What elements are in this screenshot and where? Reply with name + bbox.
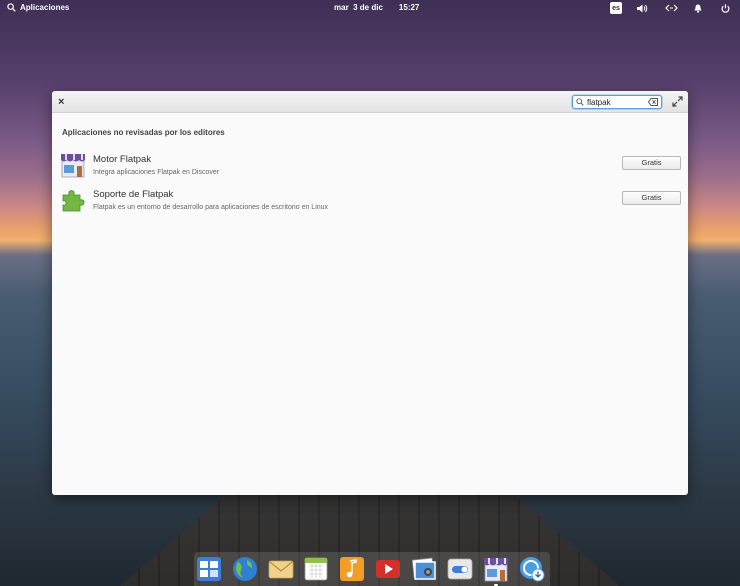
search-input[interactable]	[587, 97, 645, 107]
multitasking-view-icon[interactable]	[196, 556, 222, 582]
top-panel: Aplicaciones mar 3 de dic 15:27 es	[0, 0, 740, 17]
search-field[interactable]	[572, 95, 662, 109]
mail-icon[interactable]	[268, 556, 294, 582]
appcenter-store-icon	[61, 154, 85, 178]
applications-label: Aplicaciones	[20, 3, 70, 12]
applications-menu-button[interactable]: Aplicaciones	[7, 3, 69, 12]
keyboard-layout-indicator[interactable]: es	[610, 2, 622, 14]
close-icon[interactable]: ×	[58, 95, 64, 109]
app-name: Motor Flatpak	[93, 154, 152, 165]
appcenter-icon[interactable]	[483, 556, 509, 586]
system-settings-icon[interactable]	[447, 556, 473, 582]
keyboard-layout-label: es	[612, 4, 620, 12]
music-icon[interactable]	[339, 556, 365, 582]
search-icon	[576, 98, 584, 106]
list-item[interactable]: Motor Flatpak Integra aplicaciones Flatp…	[52, 152, 688, 184]
sound-icon[interactable]	[636, 2, 648, 14]
clear-search-icon[interactable]	[648, 98, 658, 106]
app-description: Integra aplicaciones Flatpak en Discover	[93, 169, 220, 176]
maximize-icon[interactable]	[672, 96, 683, 107]
power-icon[interactable]	[720, 2, 731, 14]
install-button[interactable]: Gratis	[622, 156, 681, 170]
window-titlebar: ×	[52, 91, 688, 113]
notifications-icon[interactable]	[693, 2, 703, 14]
puzzle-piece-icon	[62, 190, 85, 212]
app-description: Flatpak es un entorno de desarrollo para…	[93, 204, 329, 211]
app-name: Soporte de Flatpak	[93, 189, 174, 200]
time-label: 15:27	[398, 3, 420, 12]
web-browser-icon[interactable]	[232, 556, 258, 582]
network-icon[interactable]	[664, 2, 678, 14]
photos-icon[interactable]	[411, 556, 437, 582]
install-button[interactable]: Gratis	[622, 191, 681, 205]
appcenter-window: × Aplicaciones no revisadas por los edit…	[52, 91, 688, 495]
section-title: Aplicaciones no revisadas por los editor…	[62, 128, 225, 137]
update-icon[interactable]	[519, 556, 545, 582]
calendar-icon[interactable]	[303, 556, 329, 582]
search-icon	[7, 3, 16, 12]
datetime-indicator[interactable]: mar 3 de dic 15:27	[334, 3, 419, 12]
list-item[interactable]: Soporte de Flatpak Flatpak es un entorno…	[52, 187, 688, 219]
videos-icon[interactable]	[375, 556, 401, 582]
date-label: mar 3 de dic	[334, 3, 383, 12]
